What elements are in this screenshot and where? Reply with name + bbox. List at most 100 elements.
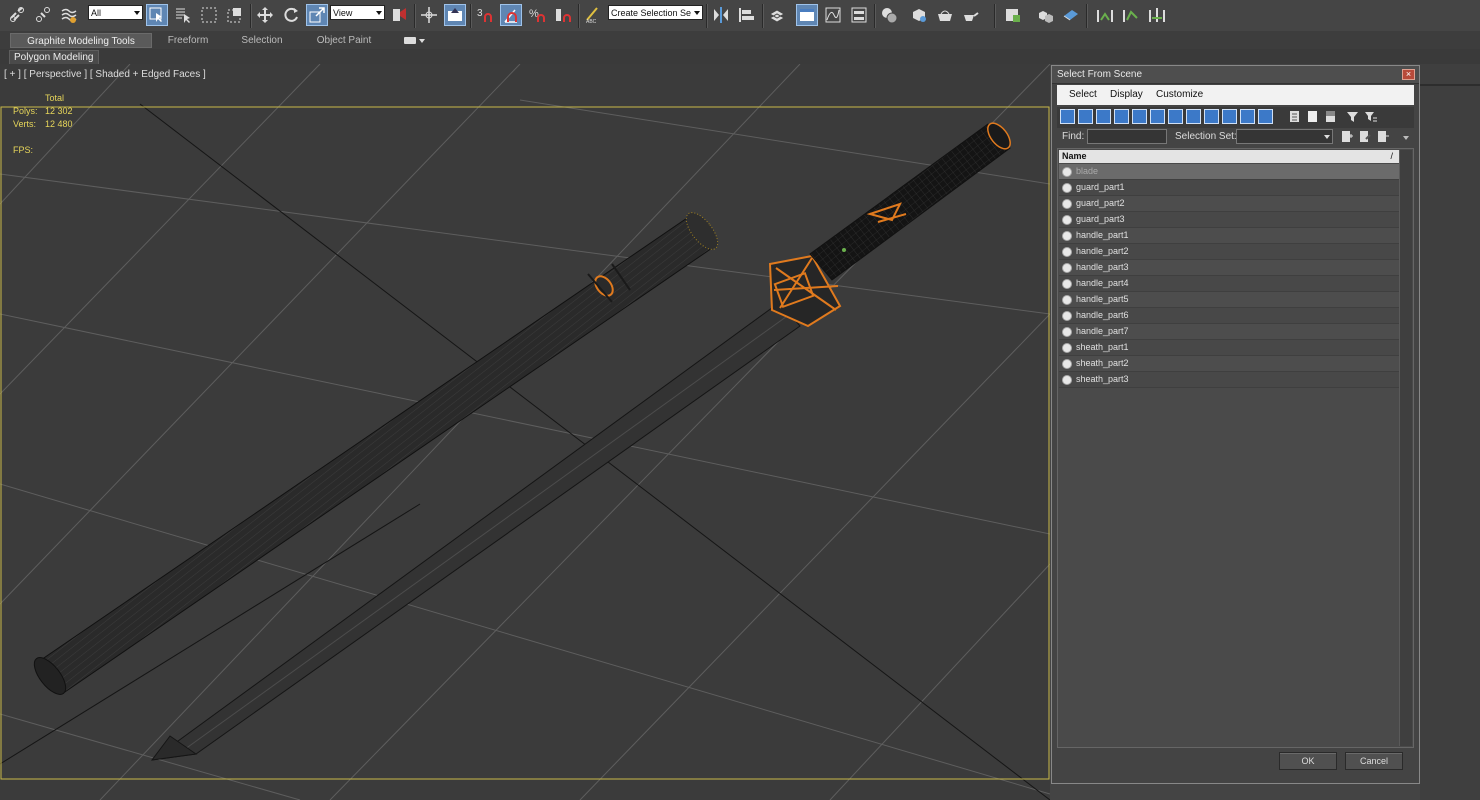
find-input[interactable] xyxy=(1087,129,1167,144)
find-label: Find: xyxy=(1062,131,1085,142)
command-panel-edge xyxy=(1420,64,1480,800)
smart-extrude-icon[interactable] xyxy=(1146,4,1168,26)
tab-selection[interactable]: Selection xyxy=(232,33,292,48)
align-icon[interactable] xyxy=(736,4,758,26)
list-item[interactable]: sheath_part1 xyxy=(1059,340,1399,356)
stats-verts-value: 12 480 xyxy=(45,119,73,129)
list-item[interactable]: handle_part1 xyxy=(1059,228,1399,244)
dialog-titlebar[interactable]: Select From Scene × xyxy=(1052,66,1419,84)
percent-snap-icon[interactable]: % xyxy=(526,4,548,26)
perspective-viewport[interactable]: [ + ] [ Perspective ] [ Shaded + Edged F… xyxy=(0,64,1050,800)
column-header-name[interactable]: Name / xyxy=(1059,150,1399,163)
display-space-warps-icon[interactable] xyxy=(1150,109,1165,124)
select-object-icon[interactable] xyxy=(146,4,168,26)
snap-toggle-icon[interactable]: 3 xyxy=(474,4,496,26)
list-item[interactable]: handle_part5 xyxy=(1059,292,1399,308)
viewport-label-menu[interactable]: [ + ] [ Perspective ] [ Shaded + Edged F… xyxy=(4,69,206,80)
spinner-snap-icon[interactable] xyxy=(552,4,574,26)
display-containers-icon[interactable] xyxy=(1222,109,1237,124)
ribbon-options-icon[interactable] xyxy=(404,37,416,44)
menu-select[interactable]: Select xyxy=(1069,89,1097,100)
tab-graphite-modeling-tools[interactable]: Graphite Modeling Tools xyxy=(10,33,152,48)
layer-manager-icon[interactable] xyxy=(766,4,788,26)
close-icon[interactable]: × xyxy=(1402,69,1415,80)
list-item[interactable]: guard_part3 xyxy=(1059,212,1399,228)
selection-set-dropdown[interactable] xyxy=(1236,129,1333,144)
scale-icon[interactable] xyxy=(306,4,328,26)
display-frozen-icon[interactable] xyxy=(1240,109,1255,124)
window-crossing-icon[interactable] xyxy=(224,4,246,26)
display-cameras-icon[interactable] xyxy=(1114,109,1129,124)
scene-explorer-icon[interactable] xyxy=(796,4,818,26)
mirror-icon[interactable] xyxy=(710,4,732,26)
list-item[interactable]: handle_part6 xyxy=(1059,308,1399,324)
list-item[interactable]: handle_part3 xyxy=(1059,260,1399,276)
list-item[interactable]: sheath_part2 xyxy=(1059,356,1399,372)
select-and-link-icon[interactable] xyxy=(6,4,28,26)
pivot-center-icon[interactable] xyxy=(388,4,410,26)
edit-named-selection-icon[interactable]: ABC xyxy=(582,4,604,26)
list-item[interactable]: guard_part2 xyxy=(1059,196,1399,212)
list-item[interactable]: handle_part2 xyxy=(1059,244,1399,260)
display-helpers-icon[interactable] xyxy=(1132,109,1147,124)
list-item[interactable]: sheath_part3 xyxy=(1059,372,1399,388)
menu-customize[interactable]: Customize xyxy=(1156,89,1203,100)
tab-freeform[interactable]: Freeform xyxy=(158,33,218,48)
list-item[interactable]: handle_part4 xyxy=(1059,276,1399,292)
rectangular-selection-icon[interactable] xyxy=(198,4,220,26)
curve-editor-icon[interactable] xyxy=(822,4,844,26)
move-icon[interactable] xyxy=(254,4,276,26)
reference-coordinate-dropdown[interactable]: View xyxy=(330,5,385,20)
ok-button[interactable]: OK xyxy=(1279,752,1337,770)
material-editor-icon[interactable] xyxy=(878,4,900,26)
geometry-object-icon xyxy=(1062,167,1072,177)
geometry-object-icon xyxy=(1062,295,1072,305)
geometry-object-icon xyxy=(1062,359,1072,369)
display-bones-icon[interactable] xyxy=(1204,109,1219,124)
render-production-icon[interactable] xyxy=(960,4,982,26)
dialog-title: Select From Scene xyxy=(1057,69,1143,80)
populate-icon[interactable] xyxy=(1034,4,1056,26)
select-by-name-icon[interactable] xyxy=(172,4,194,26)
select-manipulate-icon[interactable] xyxy=(418,4,440,26)
quad-chamfer-icon[interactable] xyxy=(1094,4,1116,26)
list-item[interactable]: guard_part1 xyxy=(1059,180,1399,196)
geometry-object-icon xyxy=(1062,231,1072,241)
display-xrefs-icon[interactable] xyxy=(1186,109,1201,124)
list-item[interactable]: blade xyxy=(1059,164,1399,180)
selection-filter-dropdown[interactable]: All xyxy=(88,5,143,20)
chevron-down-icon[interactable] xyxy=(1402,134,1410,142)
display-hidden-icon[interactable] xyxy=(1258,109,1273,124)
create-selection-set-icon[interactable] xyxy=(1341,130,1353,143)
edit-selection-set-icon[interactable] xyxy=(1359,130,1371,143)
keyboard-shortcut-override-icon[interactable] xyxy=(444,4,466,26)
unlink-selection-icon[interactable] xyxy=(32,4,54,26)
mesh-inspector-icon[interactable] xyxy=(1060,4,1082,26)
menu-display[interactable]: Display xyxy=(1110,89,1143,100)
list-item[interactable]: handle_part7 xyxy=(1059,324,1399,340)
rendered-frame-window-icon[interactable] xyxy=(934,4,956,26)
filter-options-icon[interactable] xyxy=(1363,109,1378,124)
select-none-icon[interactable] xyxy=(1305,109,1320,124)
container-icon[interactable] xyxy=(1002,4,1024,26)
tab-object-paint[interactable]: Object Paint xyxy=(306,33,382,48)
select-invert-icon[interactable] xyxy=(1323,109,1338,124)
named-selection-dropdown[interactable]: Create Selection Se xyxy=(608,5,703,20)
list-scrollbar[interactable] xyxy=(1399,150,1412,746)
cancel-button[interactable]: Cancel xyxy=(1345,752,1403,770)
remove-selection-set-icon[interactable] xyxy=(1377,130,1389,143)
chevron-down-icon[interactable] xyxy=(419,39,425,43)
display-groups-icon[interactable] xyxy=(1168,109,1183,124)
viewport-canvas[interactable] xyxy=(0,64,1050,800)
bind-to-space-warp-icon[interactable] xyxy=(58,4,80,26)
angle-snap-icon[interactable] xyxy=(500,4,522,26)
retopology-icon[interactable] xyxy=(1120,4,1142,26)
display-lights-icon[interactable] xyxy=(1096,109,1111,124)
filter-icon[interactable] xyxy=(1345,109,1360,124)
display-shapes-icon[interactable] xyxy=(1078,109,1093,124)
schematic-view-icon[interactable] xyxy=(848,4,870,26)
select-all-icon[interactable] xyxy=(1287,109,1302,124)
display-geometry-icon[interactable] xyxy=(1060,109,1075,124)
rotate-icon[interactable] xyxy=(280,4,302,26)
render-setup-icon[interactable] xyxy=(908,4,930,26)
